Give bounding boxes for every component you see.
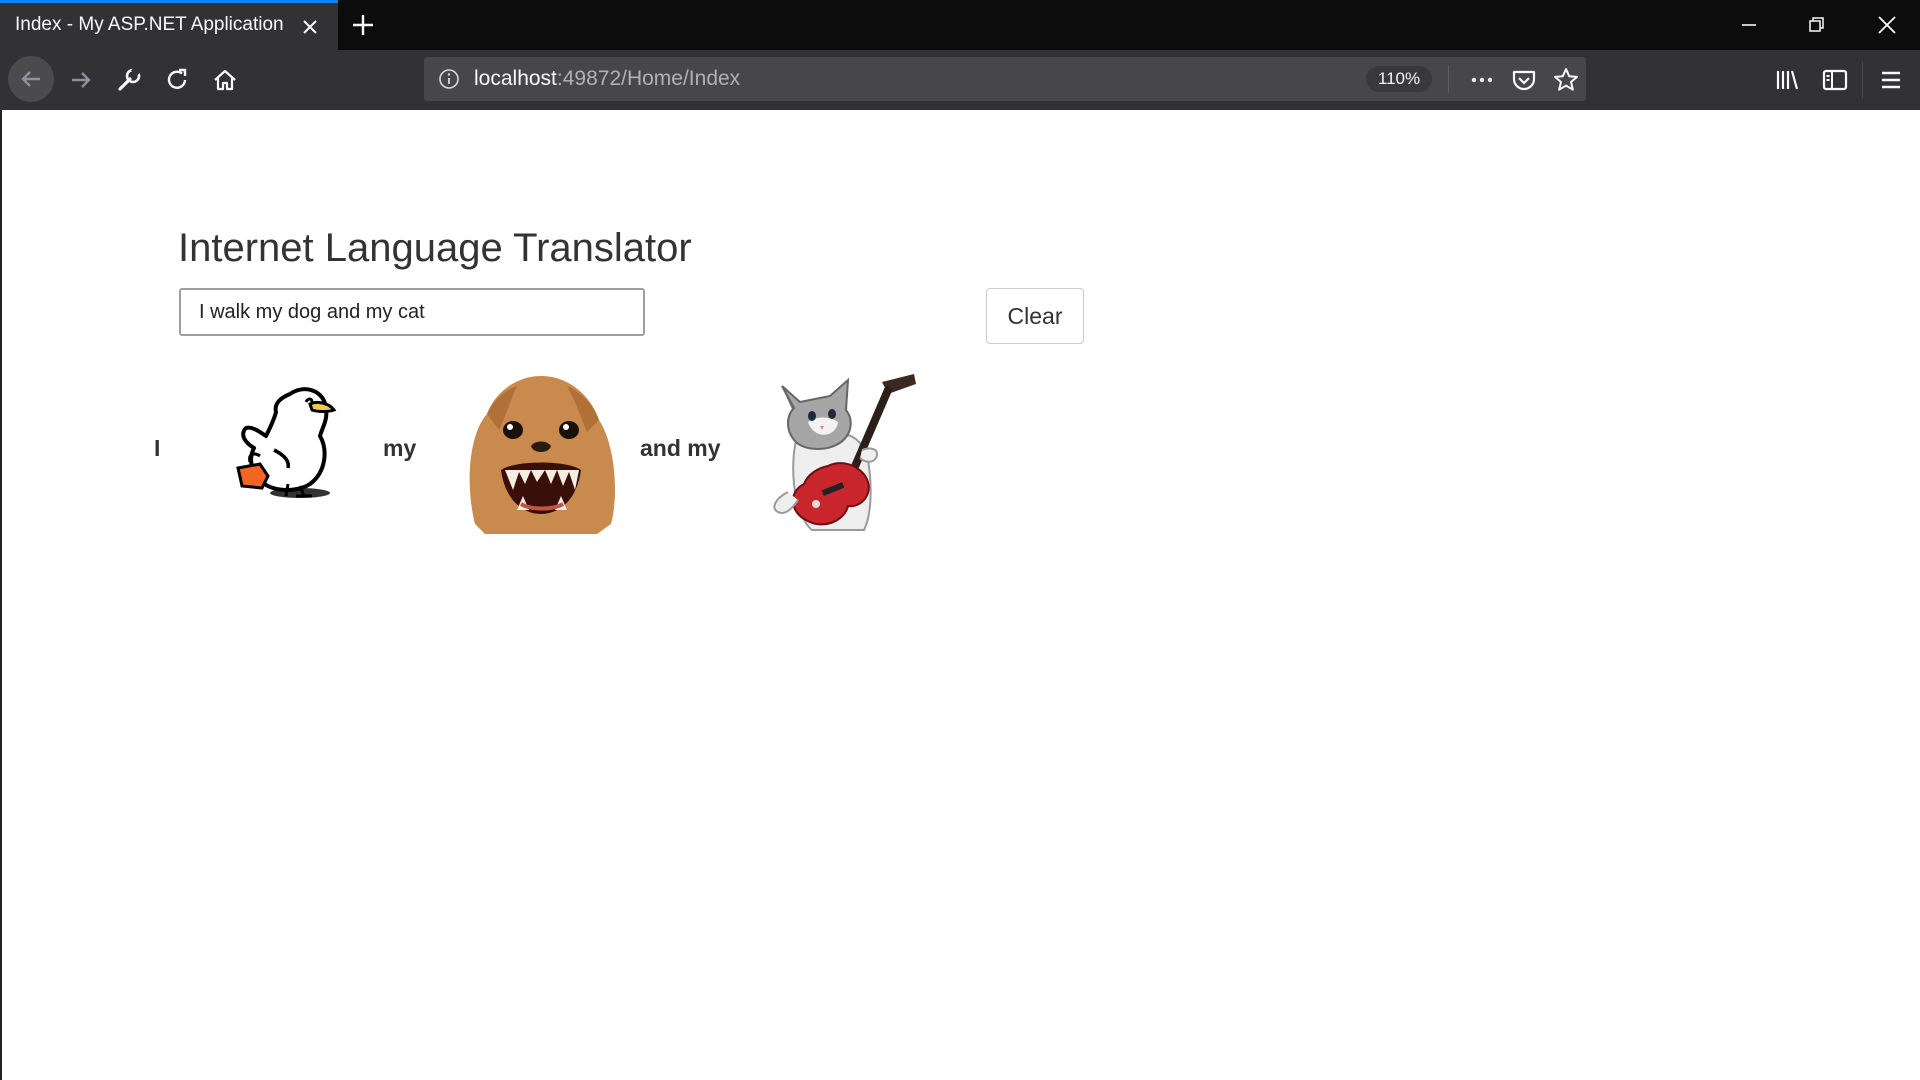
forward-arrow-icon[interactable] — [66, 65, 96, 95]
page-title: Internet Language Translator — [178, 226, 692, 270]
bookmark-star-icon[interactable] — [1552, 66, 1580, 94]
toolbar-divider — [1862, 62, 1863, 98]
back-arrow-icon — [21, 71, 40, 87]
url-divider — [1448, 65, 1449, 93]
translated-word: I — [154, 435, 161, 461]
library-icon[interactable] — [1772, 65, 1802, 95]
url-host: localhost — [474, 67, 557, 90]
pocket-icon[interactable] — [1510, 66, 1538, 94]
minimize-icon[interactable] — [1736, 12, 1762, 38]
close-tab-icon[interactable] — [300, 17, 320, 37]
reload-icon[interactable] — [162, 65, 192, 95]
cat-guitar-image — [773, 374, 916, 531]
translated-word: my — [383, 435, 417, 461]
hamburger-menu-icon[interactable] — [1876, 65, 1906, 95]
wrench-icon[interactable] — [114, 65, 144, 95]
site-info-icon[interactable] — [438, 68, 460, 90]
translate-input[interactable] — [179, 288, 645, 336]
url-text[interactable]: localhost:49872/Home/Index — [474, 67, 740, 91]
zoom-level-badge[interactable]: 110% — [1366, 66, 1432, 92]
navigation-toolbar: localhost:49872/Home/Index 110% — [0, 50, 1920, 110]
back-button[interactable] — [8, 56, 54, 102]
tab-title: Index - My ASP.NET Application — [15, 14, 284, 35]
sidebar-icon[interactable] — [1820, 65, 1850, 95]
page-content: Internet Language Translator Clear I my … — [0, 110, 1920, 1080]
home-icon[interactable] — [210, 65, 240, 95]
dog-image — [469, 376, 615, 534]
tab-bar: Index - My ASP.NET Application — [0, 0, 1920, 50]
translated-word: and my — [640, 435, 721, 461]
close-window-icon[interactable] — [1874, 12, 1900, 38]
duck-image — [236, 387, 337, 498]
browser-tab[interactable]: Index - My ASP.NET Application — [0, 0, 338, 50]
clear-button[interactable]: Clear — [986, 288, 1084, 344]
address-bar[interactable]: localhost:49872/Home/Index 110% — [424, 57, 1586, 101]
restore-icon[interactable] — [1804, 12, 1830, 38]
page-actions-icon[interactable] — [1468, 66, 1496, 94]
url-path: :49872/Home/Index — [556, 67, 741, 90]
new-tab-icon[interactable] — [350, 12, 376, 38]
